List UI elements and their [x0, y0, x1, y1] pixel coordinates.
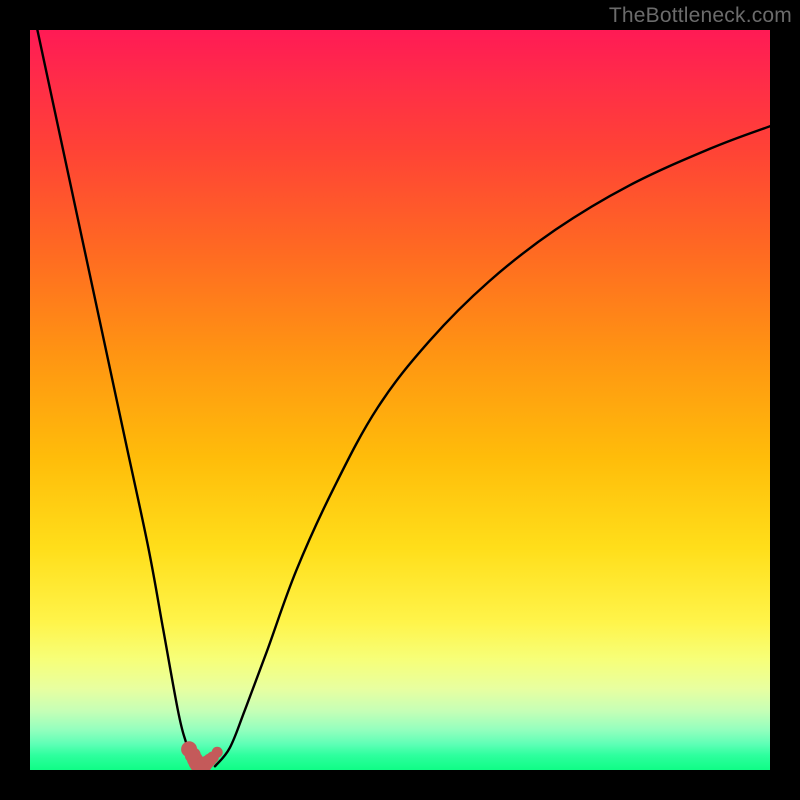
plot-area	[30, 30, 770, 770]
valley-marker	[212, 747, 223, 758]
watermark-text: TheBottleneck.com	[609, 4, 792, 28]
curve-layer	[30, 30, 770, 770]
curve-right	[215, 126, 770, 766]
curve-left	[37, 30, 200, 766]
chart-frame: TheBottleneck.com	[0, 0, 800, 800]
